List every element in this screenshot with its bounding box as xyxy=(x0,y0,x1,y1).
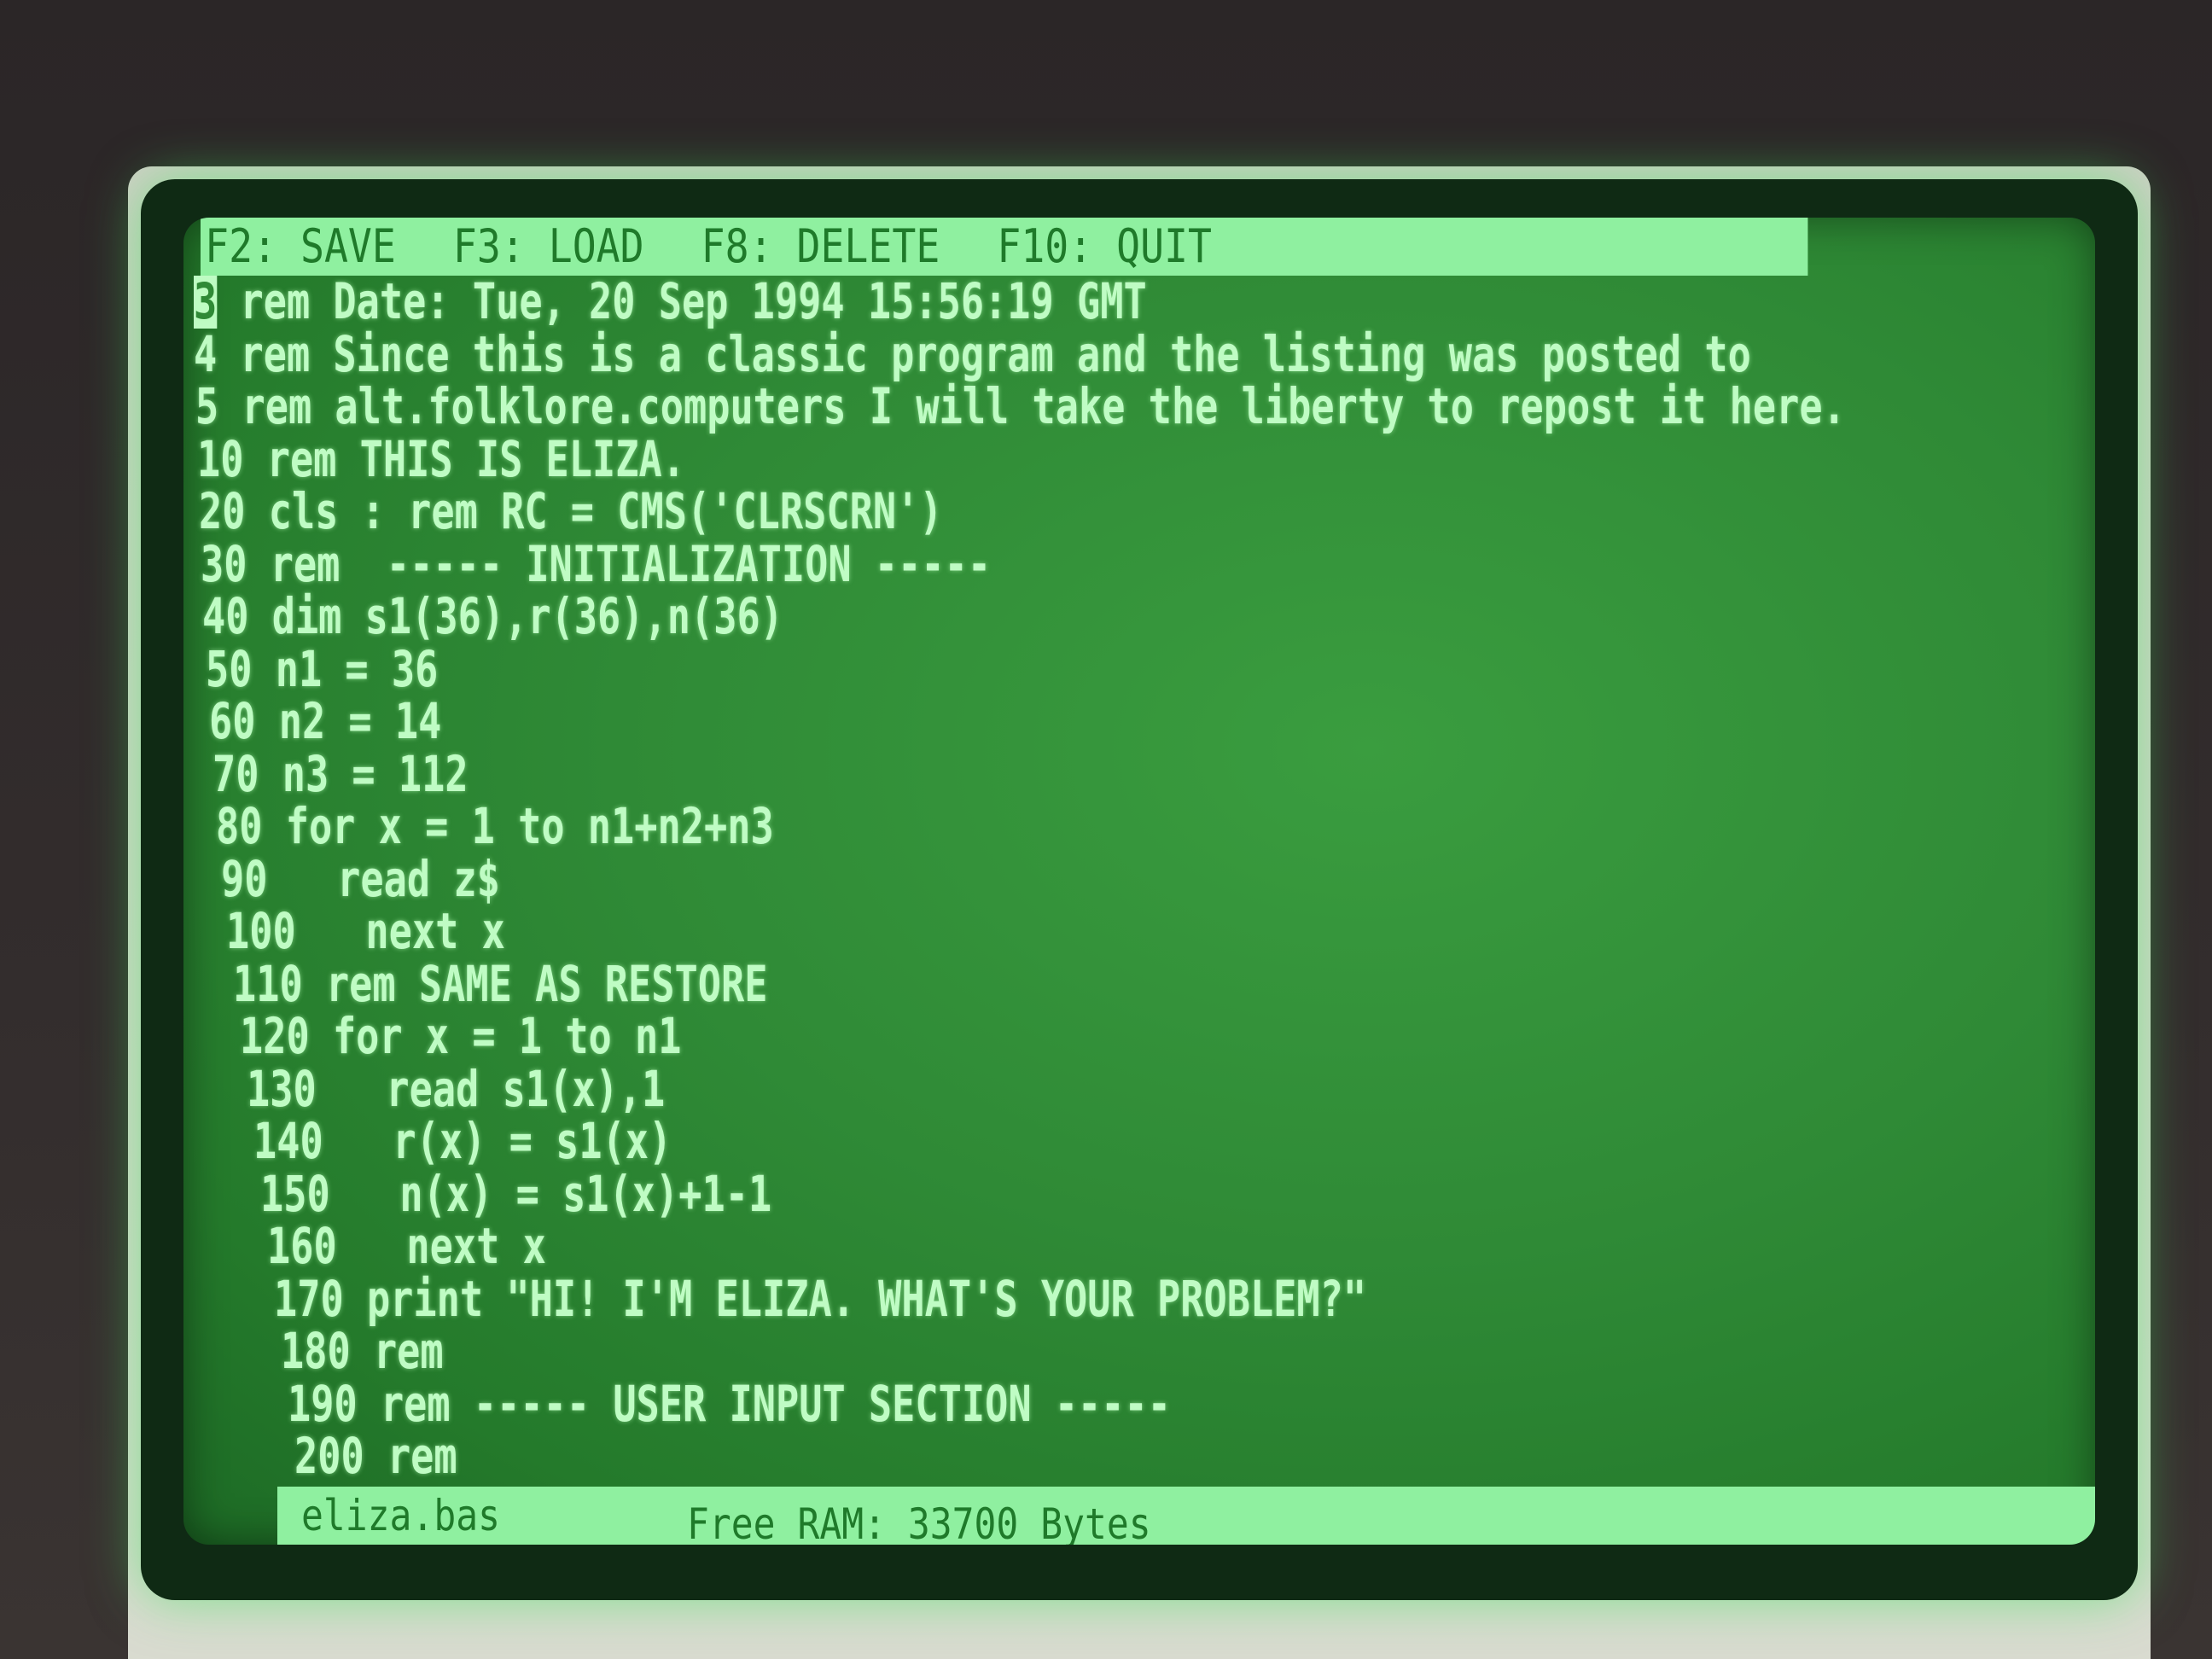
code-line[interactable]: 160 next x xyxy=(267,1220,1674,1273)
code-line[interactable]: 180 rem xyxy=(281,1324,1677,1378)
status-free-ram: Free RAM: 33700 Bytes xyxy=(687,1499,1151,1545)
code-line[interactable]: 10 rem THIS IS ELIZA. xyxy=(197,433,1659,486)
code-line[interactable]: 100 next x xyxy=(226,905,1665,958)
code-line[interactable]: 4 rem Since this is a classic program an… xyxy=(194,328,1751,381)
code-line[interactable]: 130 read s1(x),1 xyxy=(247,1062,1670,1116)
code-line[interactable]: 140 r(x) = s1(x) xyxy=(253,1115,1671,1168)
code-line[interactable]: 40 dim s1(36),r(36),n(36) xyxy=(202,590,1660,643)
menu-item-load[interactable]: F3: LOAD xyxy=(453,218,644,276)
code-line[interactable]: 5 rem alt.folklore.computers I will take… xyxy=(195,380,1846,434)
code-line[interactable]: 170 print "HI! I'M ELIZA. WHAT'S YOUR PR… xyxy=(274,1272,1676,1326)
code-line[interactable]: 50 n1 = 36 xyxy=(206,643,1661,696)
text-cursor: 3 xyxy=(194,272,218,330)
menu-item-delete[interactable]: F8: DELETE xyxy=(701,218,940,276)
code-line[interactable]: 30 rem ----- INITIALIZATION ----- xyxy=(201,538,1660,591)
status-filename: eliza.bas xyxy=(301,1491,501,1540)
menu-item-save[interactable]: F2: SAVE xyxy=(205,218,396,276)
code-line[interactable]: 120 for x = 1 to n1 xyxy=(240,1010,1668,1063)
code-line[interactable]: 60 n2 = 14 xyxy=(209,695,1662,748)
menu-item-quit[interactable]: F10: QUIT xyxy=(997,218,1212,276)
code-line[interactable]: 150 n(x) = s1(x)+1-1 xyxy=(260,1167,1673,1221)
crt-screen: F2: SAVE F3: LOAD F8: DELETE F10: QUIT 3 re… xyxy=(183,218,2095,1545)
status-bar: eliza.bas Free RAM: 33700 Bytes xyxy=(277,1487,2095,1545)
code-line-text: rem Date: Tue, 20 Sep 1994 15:56:19 GMT xyxy=(217,272,1147,330)
code-editor[interactable]: 3 rem Date: Tue, 20 Sep 1994 15:56:19 GM… xyxy=(194,272,2071,1487)
code-line[interactable]: 190 rem ----- USER INPUT SECTION ----- xyxy=(288,1377,1679,1431)
code-line[interactable]: 3 rem Date: Tue, 20 Sep 1994 15:56:19 GM… xyxy=(194,272,1658,330)
code-line[interactable]: 20 cls : rem RC = CMS('CLRSCRN') xyxy=(199,485,1659,538)
code-line[interactable]: 110 rem SAME AS RESTORE xyxy=(233,958,1667,1011)
code-line[interactable]: 80 for x = 1 to n1+n2+n3 xyxy=(216,800,1663,853)
code-line[interactable]: 200 rem xyxy=(294,1429,1680,1483)
code-line[interactable]: 70 n3 = 112 xyxy=(212,748,1662,801)
code-line[interactable]: 90 read z$ xyxy=(221,853,1664,906)
function-key-menu-bar: F2: SAVE F3: LOAD F8: DELETE F10: QUIT xyxy=(201,218,1808,276)
